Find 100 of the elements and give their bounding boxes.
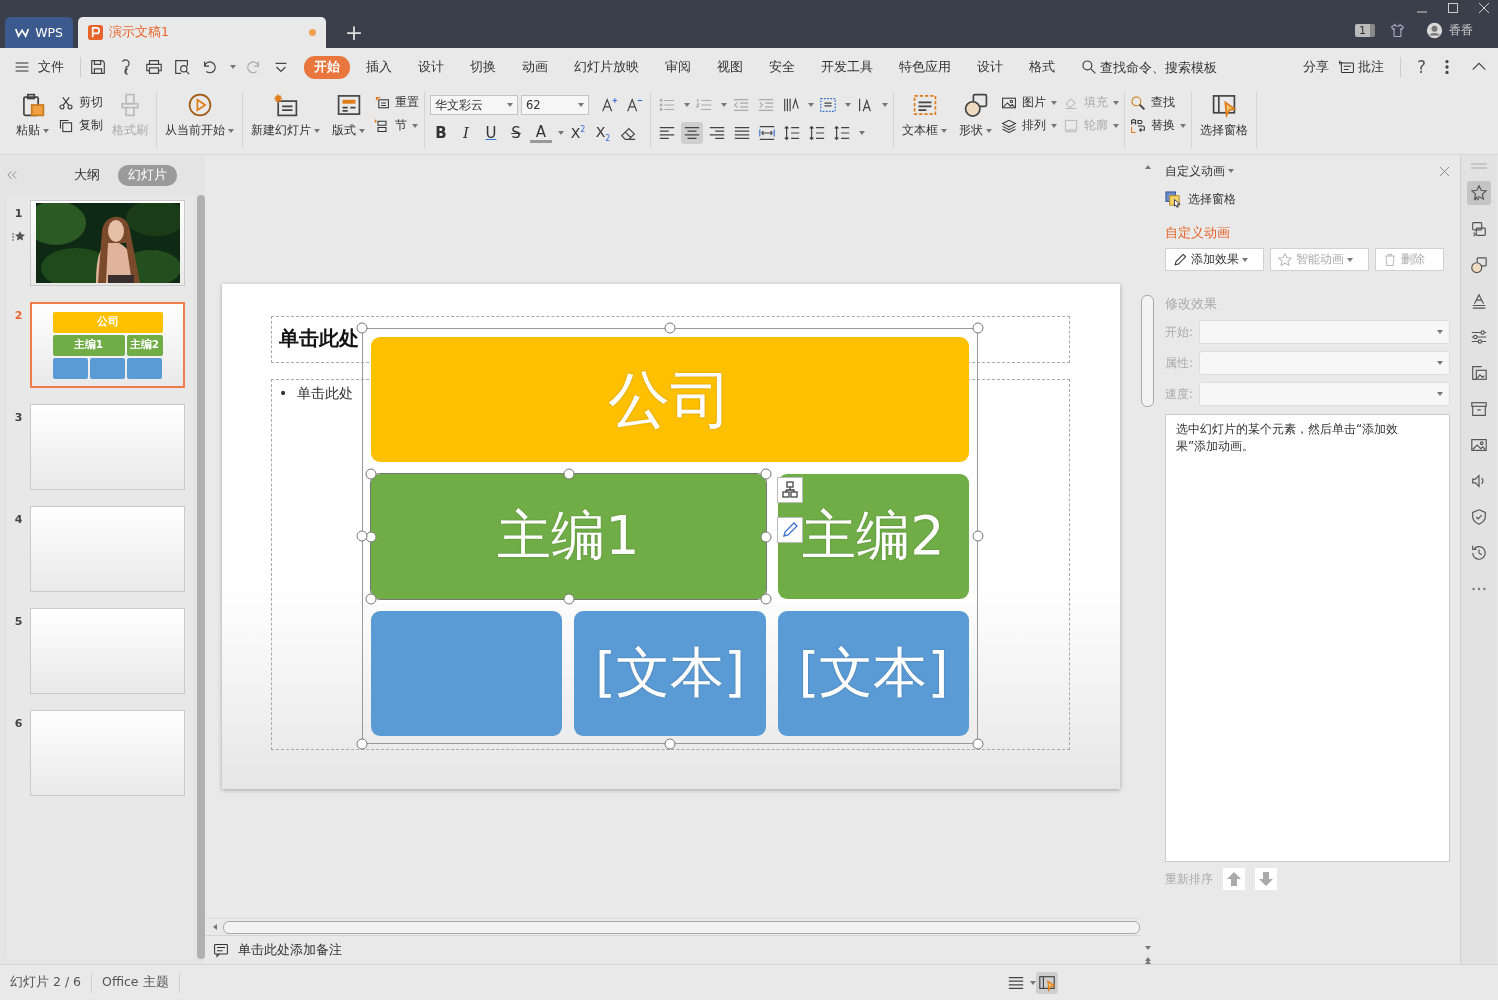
section-button[interactable]: 节 bbox=[374, 117, 419, 134]
menu-tab[interactable]: 切换 bbox=[460, 55, 506, 79]
caret-icon bbox=[986, 128, 992, 133]
animation-list[interactable]: 选中幻灯片的某个元素，然后单击“添加效果”添加动画。 bbox=[1165, 414, 1450, 862]
scroll-down-icon[interactable] bbox=[1143, 944, 1152, 952]
text-format-button[interactable]: U bbox=[480, 122, 502, 144]
text-format-button[interactable]: B bbox=[430, 122, 452, 144]
resize-handle[interactable] bbox=[356, 530, 368, 542]
command-search-field[interactable]: 查找命令、搜索模板 bbox=[1081, 59, 1231, 75]
menu-tab[interactable]: 设计 bbox=[967, 55, 1013, 79]
diagram-node[interactable] bbox=[371, 611, 562, 736]
menu-tab[interactable]: 插入 bbox=[356, 55, 402, 79]
text-format-button[interactable]: S bbox=[505, 122, 527, 144]
play-from-current-button[interactable]: 从当前开始 bbox=[162, 90, 237, 141]
document-tab[interactable]: WPS bbox=[5, 17, 73, 48]
copy-button[interactable]: 复制 bbox=[58, 117, 103, 134]
resize-handle[interactable] bbox=[760, 468, 772, 480]
title-placeholder-text[interactable]: 单击此处 bbox=[279, 326, 359, 350]
new-tab-button[interactable]: + bbox=[339, 17, 369, 48]
resize-handle[interactable] bbox=[760, 531, 772, 542]
reset-button[interactable]: 重置 bbox=[374, 94, 419, 111]
menu-tab[interactable]: 特色应用 bbox=[889, 55, 961, 79]
slide-thumbnail[interactable] bbox=[30, 506, 185, 592]
file-menu-button[interactable]: 文件 bbox=[14, 58, 74, 76]
menu-tab[interactable]: 格式 bbox=[1019, 55, 1065, 79]
node-text: 主编1 bbox=[497, 503, 640, 569]
resize-handle[interactable] bbox=[972, 322, 984, 334]
menu-tab[interactable]: 视图 bbox=[707, 55, 753, 79]
help-button[interactable]: ? bbox=[1416, 57, 1426, 77]
font-name-field[interactable]: 华文彩云 bbox=[430, 95, 518, 115]
text-format-button[interactable]: X$^{2}$ bbox=[567, 122, 589, 144]
share-button[interactable]: 分享 bbox=[1302, 58, 1329, 76]
maximize-icon[interactable] bbox=[1447, 2, 1459, 14]
menu-tab[interactable]: 安全 bbox=[759, 55, 805, 79]
field-label: 属性: bbox=[1165, 354, 1195, 372]
play-icon bbox=[186, 92, 213, 118]
avatar-icon[interactable] bbox=[1426, 22, 1443, 39]
paste-button[interactable]: 粘贴 bbox=[13, 90, 52, 141]
pen-icon[interactable] bbox=[777, 517, 803, 543]
theme-name[interactable]: Office 主题 bbox=[102, 974, 169, 991]
caret-icon bbox=[1347, 257, 1353, 262]
resize-handle[interactable] bbox=[760, 593, 772, 605]
close-icon[interactable] bbox=[1478, 2, 1490, 14]
scissors-icon bbox=[58, 94, 74, 111]
slide-thumbnail[interactable] bbox=[30, 404, 185, 490]
shirt-icon[interactable] bbox=[1389, 22, 1406, 39]
resize-handle[interactable] bbox=[664, 322, 676, 334]
collapse-panel-icon[interactable] bbox=[7, 170, 18, 180]
center-align-icon[interactable] bbox=[681, 122, 703, 144]
text-format-button[interactable]: X$_{2}$ bbox=[592, 122, 614, 144]
diagram-node-thumbnail: 公司 bbox=[52, 311, 163, 333]
diagram-node-thumbnail bbox=[127, 357, 163, 379]
notes-placeholder[interactable]: 单击此处添加备注 bbox=[238, 941, 342, 959]
cut-button[interactable]: 剪切 bbox=[58, 94, 103, 111]
menu-tab[interactable]: 设计 bbox=[408, 55, 454, 79]
caret-icon bbox=[578, 103, 584, 107]
new-slide-button[interactable]: 新建幻灯片 bbox=[248, 90, 323, 141]
arrange-button[interactable]: 排列 bbox=[1001, 117, 1057, 134]
resize-handle[interactable] bbox=[365, 593, 377, 605]
animation-action-button[interactable]: 添加效果 bbox=[1165, 248, 1264, 271]
resize-handle[interactable] bbox=[972, 530, 984, 542]
picture-button[interactable]: 图片 bbox=[1001, 94, 1057, 111]
menu-tab[interactable]: 审阅 bbox=[655, 55, 701, 79]
resize-handle[interactable] bbox=[664, 738, 676, 750]
text-box-button[interactable]: 文本框 bbox=[899, 90, 950, 141]
selection-pane-button[interactable]: 选择窗格 bbox=[1197, 90, 1251, 141]
font-size-field[interactable]: 62 bbox=[521, 95, 589, 115]
shape-button[interactable]: 形状 bbox=[956, 90, 995, 141]
scroll-left-icon[interactable] bbox=[211, 923, 219, 931]
slide-thumbnail[interactable] bbox=[30, 710, 185, 796]
menu-tab[interactable]: 开发工具 bbox=[811, 55, 883, 79]
body-placeholder-text[interactable]: 单击此处 bbox=[297, 385, 354, 403]
selection-pane-link[interactable]: 选择窗格 bbox=[1165, 191, 1450, 208]
slide-thumbnail[interactable] bbox=[30, 608, 185, 694]
grip-icon[interactable] bbox=[1471, 163, 1487, 169]
resize-handle[interactable] bbox=[563, 468, 574, 480]
replace-button[interactable]: 替换 bbox=[1130, 117, 1186, 134]
text-format-button[interactable]: A bbox=[530, 123, 552, 143]
menu-tab[interactable]: 幻灯片放映 bbox=[564, 55, 649, 79]
layout-options-icon[interactable] bbox=[777, 477, 803, 503]
caret-icon bbox=[314, 128, 320, 133]
panel-tab[interactable]: 大纲 bbox=[64, 164, 110, 186]
window-count-badge[interactable]: 1 bbox=[1355, 24, 1375, 37]
resize-handle[interactable] bbox=[972, 738, 984, 750]
resize-handle[interactable] bbox=[356, 322, 368, 334]
layout-button[interactable]: 版式 bbox=[329, 90, 368, 141]
comment-button[interactable]: 批注 bbox=[1338, 58, 1384, 76]
resize-handle[interactable] bbox=[356, 738, 368, 750]
pane-title[interactable]: 自定义动画 bbox=[1165, 162, 1234, 180]
caret-icon bbox=[230, 65, 236, 69]
normal-view-icon[interactable] bbox=[1036, 971, 1058, 994]
text-format-button[interactable]: I bbox=[455, 122, 477, 144]
menu-tab[interactable]: 动画 bbox=[512, 55, 558, 79]
previous-slide-icon[interactable] bbox=[1143, 956, 1152, 964]
find-button[interactable]: 查找 bbox=[1130, 94, 1186, 111]
scroll-up-icon[interactable] bbox=[1143, 163, 1152, 171]
resize-handle[interactable] bbox=[563, 593, 574, 605]
diagram-node-thumbnail: 主编2 bbox=[126, 334, 163, 356]
user-name[interactable]: 香香 bbox=[1449, 22, 1473, 39]
resize-handle[interactable] bbox=[365, 468, 377, 480]
